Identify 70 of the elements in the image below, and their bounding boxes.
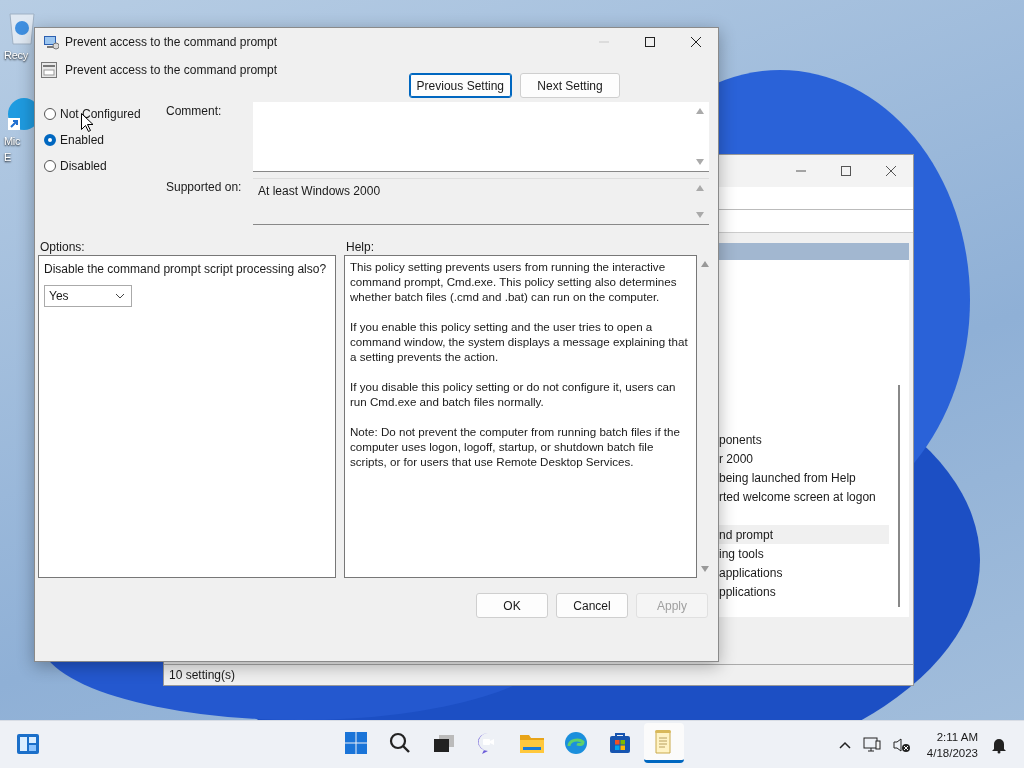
setting-name: nd prompt — [719, 527, 774, 542]
scroll-down-icon[interactable] — [696, 159, 704, 165]
caret-up-icon[interactable] — [838, 740, 851, 749]
comment-label: Comment: — [166, 103, 223, 120]
setting-row[interactable]: rted welcome screen at logon — [719, 487, 889, 506]
policy-icon — [43, 34, 59, 50]
setting-row[interactable]: pplications — [719, 582, 889, 601]
status-text: 10 setting(s) — [169, 668, 236, 682]
setting-name: ing tools — [719, 546, 764, 561]
help-label: Help: — [346, 240, 374, 255]
radio-button[interactable] — [44, 108, 56, 120]
setting-name: pplications — [719, 584, 776, 599]
search-icon — [389, 732, 411, 754]
setting-row[interactable]: r 2000 — [719, 449, 889, 468]
store-icon — [608, 731, 632, 755]
clock[interactable]: 2:11 AM 4/18/2023 — [926, 728, 978, 761]
task-view-icon — [433, 733, 455, 753]
setting-icon — [41, 62, 57, 78]
help-paragraph: If you enable this policy setting and the user tries to open a command window, the system displays a message explaining that a setting prevents the action. — [350, 319, 689, 364]
setting-row[interactable]: nd prompt — [719, 525, 889, 544]
radio-label: Disabled — [60, 159, 107, 173]
dialog-button[interactable]: Cancel — [556, 593, 628, 618]
maximize-icon[interactable] — [840, 165, 852, 177]
scroll-up-icon[interactable] — [701, 261, 709, 267]
scroll-down-icon[interactable] — [701, 566, 709, 572]
document-icon — [654, 728, 674, 755]
setting-row[interactable]: ing tools — [719, 544, 889, 563]
scrollbar[interactable] — [898, 385, 900, 607]
scroll-up-icon[interactable] — [696, 108, 704, 114]
option-dropdown[interactable]: Yes — [44, 285, 132, 307]
supported-on-value: At least Windows 2000 — [257, 183, 382, 200]
radio-label: Enabled — [60, 133, 105, 147]
setting-row[interactable]: ponents — [719, 430, 889, 449]
maximize-icon[interactable] — [644, 36, 656, 48]
help-paragraph: Note: Do not prevent the computer from running batch files if the computer uses logon, logoff, startup, or shutdown batch file scripts, or for users that use Remote Desktop Services. — [350, 424, 681, 469]
folder-icon — [519, 732, 545, 754]
dialog-button[interactable]: OK — [476, 593, 548, 618]
desktop-icon-label: Mic — [4, 134, 21, 148]
setting-name: rted welcome screen at logon — [719, 489, 876, 504]
setting-row[interactable]: applications — [719, 563, 889, 582]
radio-label: Not Configured — [60, 107, 141, 121]
desktop-icon-label: Recy — [4, 48, 28, 62]
supported-label: Supported on: — [166, 179, 243, 196]
clock-date: 4/18/2023 — [926, 745, 978, 761]
help-paragraph: This policy setting prevents users from running the interactive command prompt, Cmd.exe. This policy setting also determines whether batch files (.cmd and .bat) can run on the computer. — [350, 259, 678, 304]
windows-logo-icon — [344, 731, 368, 755]
radio-button[interactable] — [44, 134, 56, 146]
options-label: Options: — [40, 240, 86, 255]
option-prompt: Disable the command prompt script processing also? — [44, 262, 327, 277]
help-paragraph: If you disable this policy setting or do not configure it, users can run Cmd.exe and batch files normally. — [350, 379, 677, 409]
setting-title: Prevent access to the command prompt — [65, 63, 278, 77]
clock-time: 2:11 AM — [936, 729, 978, 745]
setting-row[interactable]: being launched from Help — [719, 468, 889, 487]
edge-icon — [564, 731, 588, 755]
widgets-icon[interactable] — [16, 733, 40, 755]
close-icon[interactable] — [885, 165, 897, 177]
setting-name: ponents — [719, 432, 762, 447]
navigation-button[interactable]: Previous Setting — [408, 73, 512, 98]
navigation-button[interactable]: Next Setting — [520, 73, 620, 98]
window-title: Prevent access to the command prompt — [65, 35, 278, 49]
monitor-icon[interactable] — [862, 736, 881, 753]
comment-field[interactable] — [253, 102, 709, 172]
speaker-muted-icon[interactable] — [892, 736, 911, 753]
desktop-icon-label: E — [4, 150, 12, 164]
radio-button[interactable] — [44, 160, 56, 172]
chevron-down-icon — [115, 293, 125, 299]
setting-name: r 2000 — [719, 451, 754, 466]
setting-name: applications — [719, 565, 783, 580]
setting-name: being launched from Help — [719, 470, 856, 485]
close-icon[interactable] — [690, 36, 702, 48]
